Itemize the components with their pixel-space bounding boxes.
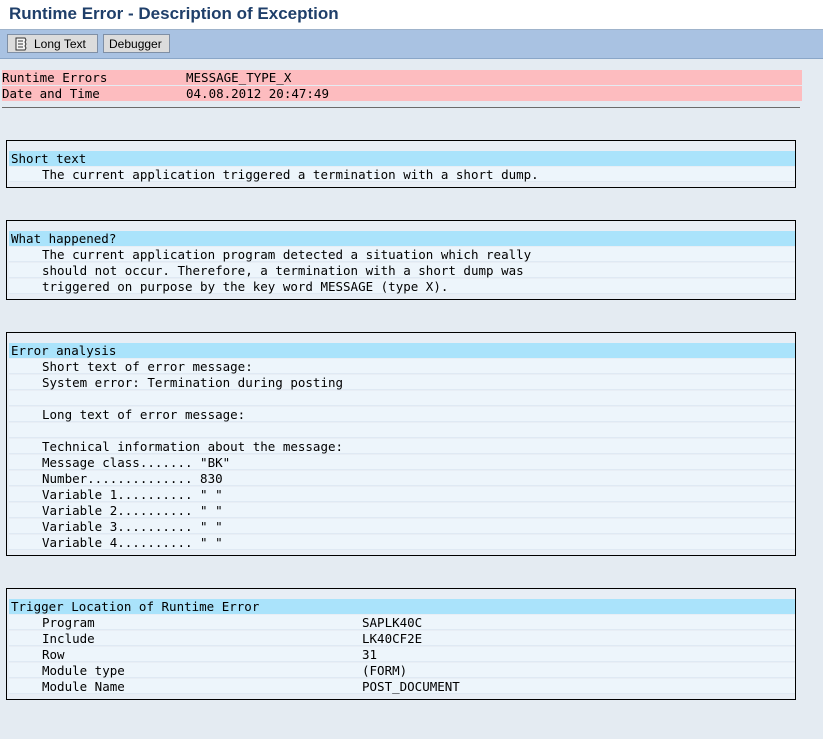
error-analysis-heading: Error analysis <box>9 343 795 358</box>
trigger-location-label: Include <box>42 631 95 646</box>
dump-content: Runtime Errors MESSAGE_TYPE_X Date and T… <box>0 59 823 710</box>
debugger-label: Debugger <box>109 36 162 51</box>
document-icon <box>13 37 29 51</box>
error-analysis-line: Number.............. 830 <box>9 471 795 486</box>
date-time-label: Date and Time <box>2 86 100 101</box>
error-analysis-line: Variable 4.......... " " <box>9 535 795 550</box>
long-text-button[interactable]: Long Text <box>7 34 98 53</box>
error-analysis-line: Variable 1.......... " " <box>9 487 795 502</box>
date-time-value: 04.08.2012 20:47:49 <box>186 86 329 101</box>
what-happened-line: should not occur. Therefore, a terminati… <box>9 263 795 278</box>
trigger-location-value: (FORM) <box>362 663 408 678</box>
what-happened-line: The current application program detected… <box>9 247 795 262</box>
error-analysis-line: Variable 3.......... " " <box>9 519 795 534</box>
error-analysis-line: Message class....... "BK" <box>9 455 795 470</box>
trigger-location-row: Row 31 <box>9 647 795 662</box>
what-happened-line: triggered on purpose by the key word MES… <box>9 279 795 294</box>
application-toolbar: Long Text Debugger <box>0 30 823 59</box>
what-happened-heading: What happened? <box>9 231 795 246</box>
header-divider <box>2 107 800 108</box>
trigger-location-row: Include LK40CF2E <box>9 631 795 646</box>
date-time-row: Date and Time 04.08.2012 20:47:49 <box>2 86 802 101</box>
trigger-location-value: LK40CF2E <box>362 631 423 646</box>
error-analysis-line <box>9 391 795 406</box>
title-bar: Runtime Error - Description of Exception <box>0 0 823 30</box>
trigger-location-row: Module type (FORM) <box>9 663 795 678</box>
short-text-line: The current application triggered a term… <box>9 167 795 182</box>
trigger-location-row: Program SAPLK40C <box>9 615 795 630</box>
error-analysis-line: Variable 2.......... " " <box>9 503 795 518</box>
runtime-errors-value: MESSAGE_TYPE_X <box>186 70 292 85</box>
trigger-location-value: SAPLK40C <box>362 615 423 630</box>
short-text-heading: Short text <box>9 151 795 166</box>
trigger-location-heading: Trigger Location of Runtime Error <box>9 599 795 614</box>
trigger-location-row: Module Name POST_DOCUMENT <box>9 679 795 694</box>
trigger-location-value: 31 <box>362 647 378 662</box>
trigger-location-value: POST_DOCUMENT <box>362 679 460 694</box>
trigger-location-label: Module Name <box>42 679 125 694</box>
trigger-location-label: Program <box>42 615 95 630</box>
error-analysis-line: Short text of error message: <box>9 359 795 374</box>
trigger-location-section: Trigger Location of Runtime Error Progra… <box>6 588 796 700</box>
error-analysis-line <box>9 423 795 438</box>
error-analysis-line: Long text of error message: <box>9 407 795 422</box>
window-title: Runtime Error - Description of Exception <box>9 4 339 23</box>
trigger-location-label: Module type <box>42 663 125 678</box>
what-happened-section: What happened? The current application p… <box>6 220 796 300</box>
runtime-errors-label: Runtime Errors <box>2 70 108 85</box>
short-text-section: Short text The current application trigg… <box>6 140 796 188</box>
error-analysis-line: System error: Termination during posting <box>9 375 795 390</box>
error-analysis-line: Technical information about the message: <box>9 439 795 454</box>
long-text-label: Long Text <box>34 36 86 51</box>
trigger-location-label: Row <box>42 647 65 662</box>
error-analysis-section: Error analysis Short text of error messa… <box>6 332 796 556</box>
runtime-errors-row: Runtime Errors MESSAGE_TYPE_X <box>2 70 802 85</box>
debugger-button[interactable]: Debugger <box>103 34 170 53</box>
